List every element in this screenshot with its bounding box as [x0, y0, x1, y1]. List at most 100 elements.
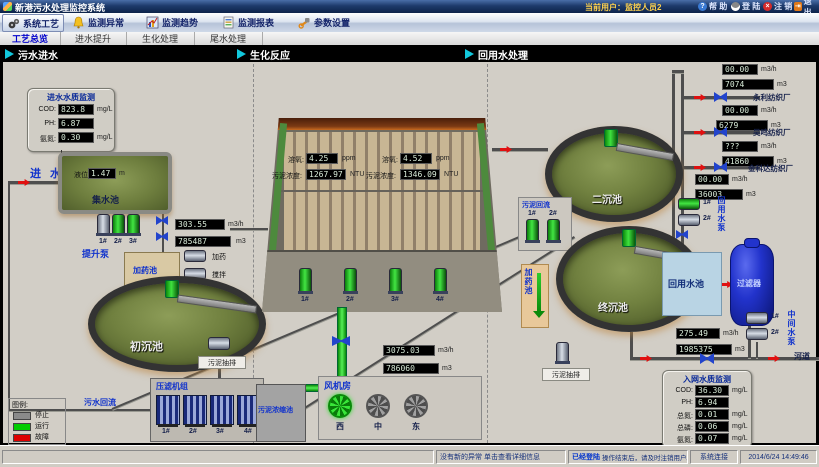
lift-pump-1[interactable]	[97, 214, 110, 234]
mixer-4[interactable]	[434, 268, 447, 292]
scada-window: 新港污水处理监控系统 当前用户：监控人员2 ? 帮 助 登 陆 × 注 销 ⇥ …	[0, 0, 819, 467]
scraper-motor-icon[interactable]	[622, 229, 636, 247]
press-label: 4#	[244, 428, 252, 435]
help-button[interactable]: ? 帮 助	[698, 1, 727, 12]
toolbar-trend-button[interactable]: 监测趋势	[142, 14, 202, 30]
status-empty-cell	[2, 450, 434, 464]
tab-tailwater[interactable]: 尾水处理	[194, 32, 263, 45]
legend-chip-run	[13, 423, 31, 431]
press-label: 1#	[162, 428, 170, 435]
final-sludge-pump[interactable]	[556, 342, 569, 362]
legend-label: 停止	[35, 410, 49, 420]
toolbar-settings-button[interactable]: 参数设置	[294, 14, 354, 30]
nh3-readout: 0.07	[695, 433, 729, 444]
pump-label: 1#	[703, 199, 711, 206]
blower-east[interactable]	[404, 394, 428, 418]
thickener-label: 污泥浓缩池	[258, 405, 293, 415]
reuse-rate-readout: 00.00	[695, 174, 729, 185]
blower-middle[interactable]	[366, 394, 390, 418]
tn-readout: 0.01	[695, 409, 729, 420]
reuse-pump-2[interactable]	[678, 214, 700, 226]
toolbar-system-process-button[interactable]: 系统工艺	[2, 14, 64, 32]
sludge-return-pump-2[interactable]	[547, 219, 560, 241]
cod-readout: 823.8	[58, 104, 94, 115]
logout-button[interactable]: × 注 销	[763, 1, 792, 12]
dosing-pump[interactable]	[184, 250, 206, 262]
press-unit-3[interactable]	[210, 395, 234, 425]
status-message-cell[interactable]: 没有新的异常 单击查看详细信息	[436, 450, 566, 464]
tab-process-overview[interactable]: 工艺总览	[0, 32, 61, 45]
login-button[interactable]: 登 陆	[731, 1, 760, 12]
legend-panel: 图例: 停止 运行 故障	[8, 398, 66, 445]
factory1-rate-readout: 00.00	[722, 64, 758, 75]
help-icon: ?	[698, 2, 707, 11]
unit: ppm	[342, 155, 356, 162]
press-label: 3#	[216, 428, 224, 435]
biotank-roof	[262, 118, 502, 130]
blower-west[interactable]	[328, 394, 352, 418]
sludge-return-pump-1[interactable]	[526, 219, 539, 241]
inlet-quality-panel: 进水水质监测 COD: 823.8 mg/L PH: 6.87 氨氮: 0.30…	[27, 88, 115, 152]
mid-pump-2[interactable]	[746, 328, 768, 340]
toolbar-alarm-button[interactable]: 监测异常	[68, 14, 128, 30]
lift-pump-3[interactable]	[127, 214, 140, 234]
press-unit-2[interactable]	[183, 395, 207, 425]
reuse-pump-1[interactable]	[678, 198, 700, 210]
row-label: COD:	[665, 387, 693, 394]
biotank	[262, 118, 502, 312]
row-label: PH:	[30, 120, 56, 127]
air-rate-readout: 3075.03	[383, 345, 435, 356]
report-icon	[222, 16, 235, 29]
row-label: 总氮:	[665, 411, 693, 421]
press-panel-title: 压滤机组	[156, 381, 188, 392]
secondary-tank-label: 二沉池	[592, 191, 622, 206]
dosing-arrow-tip-icon	[533, 311, 545, 318]
mixer-label: 3#	[391, 296, 399, 303]
unit: m3	[746, 191, 756, 198]
unit: ppm	[436, 155, 450, 162]
midpump-pipe	[756, 342, 758, 358]
row-unit: mg/L	[732, 435, 748, 442]
mixer-1[interactable]	[299, 268, 312, 292]
ph-readout: 6.87	[58, 118, 94, 129]
riser-pipe	[162, 210, 164, 252]
primary-sludge-pump[interactable]	[208, 337, 230, 350]
outfall-total-readout: 1985375	[676, 344, 732, 355]
status-system-cell: 系统连接	[690, 450, 738, 464]
sludge-pump-tag: 污泥抽排	[198, 356, 246, 369]
section-title-reuse: 回用水处理	[478, 47, 528, 62]
section-title-inflow: 污水进水	[18, 47, 58, 62]
mlss-label: 污泥浓度:	[272, 171, 302, 181]
pump-label: 2#	[114, 238, 122, 245]
main-toolbar: 系统工艺 监测异常 监测趋势 监测报表 参数设置	[0, 13, 819, 33]
unit: m3/h	[723, 330, 739, 337]
pump-label: 1#	[771, 313, 779, 320]
exit-icon: ⇥	[794, 2, 802, 11]
row-label: 氨氮:	[665, 435, 693, 445]
pump-label: 2#	[771, 329, 779, 336]
air-total-readout: 786060	[383, 363, 439, 374]
mixer-2[interactable]	[344, 268, 357, 292]
lift-pump-2[interactable]	[112, 214, 125, 234]
blower-room-title: 风机房	[324, 379, 351, 392]
final-outfall-pipe	[630, 332, 633, 359]
mixer-3[interactable]	[389, 268, 402, 292]
outfall-rate-readout: 275.49	[676, 328, 720, 339]
exit-button[interactable]: ⇥ 退 出	[794, 1, 819, 12]
do-readout-left: 4.25	[306, 153, 338, 164]
unit: m3	[735, 346, 745, 353]
stir-pump-label: 搅拌	[212, 270, 226, 280]
to-biotank-pipe	[230, 228, 268, 230]
unit: NTU	[444, 171, 458, 178]
tab-influent-lift[interactable]: 进水提升	[60, 32, 127, 45]
mid-pump-1[interactable]	[746, 312, 768, 324]
current-user-label: 当前用户：监控人员2	[585, 2, 661, 13]
press-unit-1[interactable]	[156, 395, 180, 425]
tab-biochemical[interactable]: 生化处理	[126, 32, 195, 45]
unit: m3/h	[761, 66, 777, 73]
factory2-label: 吴鸣纺织厂	[753, 127, 791, 138]
dosing-arrow-icon	[537, 273, 541, 313]
riser-top	[672, 70, 684, 73]
toolbar-report-button[interactable]: 监测报表	[218, 14, 278, 30]
row-unit: mg/L	[97, 106, 113, 113]
